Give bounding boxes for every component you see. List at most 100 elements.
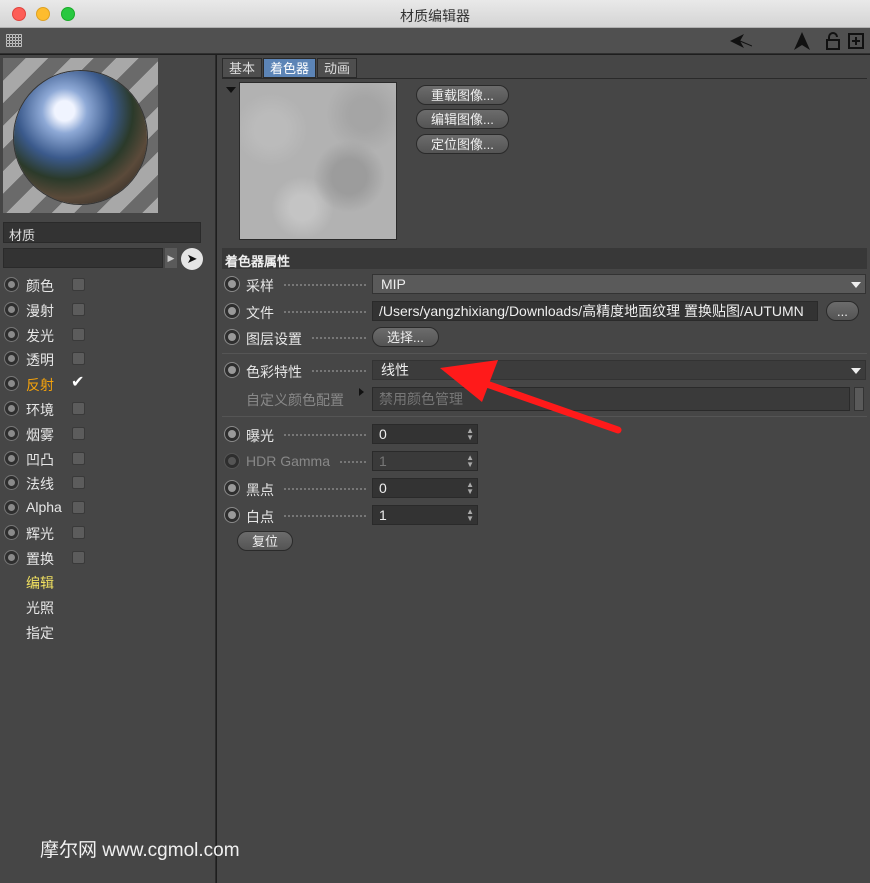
channel-checkbox[interactable]: [72, 426, 85, 440]
checkmark-icon[interactable]: ✔: [71, 372, 84, 392]
sampling-value: MIP: [381, 276, 406, 292]
pick-cursor-icon[interactable]: ➤: [181, 248, 203, 270]
channel-panel: 材质 ▶ ➤ 颜色 漫射 发光 透明 反射 ✔ 环境烟雾凹凸 法线 Alpha 辉光置换 编辑光照…: [0, 55, 216, 883]
reset-button[interactable]: 复位: [237, 531, 294, 551]
channel-anim-radio[interactable]: [4, 376, 19, 392]
channel-anim-radio[interactable]: [4, 326, 19, 342]
hdr-gamma-anim-radio[interactable]: [224, 453, 240, 469]
new-panel-icon[interactable]: [848, 31, 864, 51]
channel-checkbox[interactable]: [72, 327, 85, 341]
expand-triangle-icon[interactable]: [359, 388, 364, 396]
channel-label: 辉光: [26, 526, 54, 542]
grip-icon[interactable]: [6, 34, 22, 47]
black-point-anim-radio[interactable]: [224, 480, 240, 496]
dot-leader: [284, 284, 366, 286]
toolbar: [0, 28, 870, 54]
custom-profile-field[interactable]: 禁用颜色管理: [372, 387, 850, 411]
channel-item[interactable]: 烟雾: [0, 422, 216, 446]
color-profile-dropdown[interactable]: 线性: [372, 360, 866, 380]
channel-checkbox[interactable]: [72, 550, 85, 564]
hdr-gamma-label: HDR Gamma: [246, 453, 331, 469]
channel-item[interactable]: 漫射: [0, 298, 216, 322]
white-point-row: 白点 1 ▲ ▼: [222, 504, 867, 528]
material-name-field[interactable]: 材质: [3, 222, 201, 243]
channel-checkbox[interactable]: [72, 402, 85, 415]
material-preview[interactable]: [3, 58, 158, 213]
channel-search-input[interactable]: [3, 248, 163, 268]
layer-label: 图层设置: [246, 331, 302, 347]
sub-item[interactable]: 光照: [26, 598, 54, 618]
channel-item[interactable]: 凹凸: [0, 447, 216, 471]
hdr-gamma-row: HDR Gamma 1 ▲ ▼: [222, 450, 867, 474]
white-point-anim-radio[interactable]: [224, 507, 240, 523]
stepper-arrows-icon[interactable]: ▲ ▼: [466, 508, 474, 523]
stepper-arrows-icon[interactable]: ▲ ▼: [466, 454, 474, 469]
custom-profile-label: 自定义颜色配置: [246, 392, 344, 408]
channel-item[interactable]: 透明: [0, 347, 216, 371]
channel-anim-radio[interactable]: [4, 549, 19, 565]
channel-label: 烟雾: [26, 426, 54, 443]
back-arrow-icon[interactable]: [730, 31, 752, 51]
channel-item[interactable]: 置换: [0, 546, 216, 570]
caret-down-icon: [851, 368, 861, 374]
channel-checkbox[interactable]: [72, 476, 85, 490]
tab-item[interactable]: 着色器: [263, 58, 317, 78]
channel-anim-radio[interactable]: [4, 525, 19, 540]
channel-label: Alpha: [26, 499, 62, 516]
custom-profile-scrollbar[interactable]: [854, 387, 864, 411]
exposure-anim-radio[interactable]: [224, 426, 240, 442]
layer-anim-radio[interactable]: [224, 329, 240, 345]
stepper-arrows-icon[interactable]: ▲ ▼: [466, 427, 474, 442]
file-label: 文件: [246, 305, 274, 321]
collapse-triangle-icon[interactable]: [226, 87, 236, 93]
channel-anim-radio[interactable]: [4, 277, 19, 292]
channel-checkbox[interactable]: [72, 352, 85, 366]
channel-checkbox[interactable]: [72, 501, 85, 515]
layer-row: 图层设置 选择...: [222, 326, 867, 350]
channel-checkbox[interactable]: [72, 526, 85, 539]
sub-item[interactable]: 指定: [26, 623, 54, 643]
unlock-icon[interactable]: [825, 31, 841, 51]
channel-checkbox[interactable]: [72, 278, 85, 291]
tab-item[interactable]: 基本: [222, 58, 263, 78]
channel-item[interactable]: 发光: [0, 323, 216, 347]
channel-anim-radio[interactable]: [4, 450, 19, 466]
locate-image-button[interactable]: 定位图像...: [416, 134, 509, 154]
divider: [222, 353, 867, 354]
tab-item[interactable]: 动画: [317, 58, 358, 78]
channel-item[interactable]: Alpha: [0, 496, 216, 520]
channel-checkbox[interactable]: [72, 302, 85, 316]
forward-arrow-icon[interactable]: [792, 31, 812, 51]
channel-checkbox[interactable]: [72, 451, 85, 465]
channel-anim-radio[interactable]: [4, 401, 19, 416]
channel-item[interactable]: 颜色: [0, 273, 216, 297]
channel-anim-radio[interactable]: [4, 475, 19, 491]
edit-image-button[interactable]: 编辑图像...: [416, 109, 509, 129]
black-point-label: 黑点: [246, 482, 274, 498]
stepper-arrows-icon[interactable]: ▲ ▼: [466, 481, 474, 496]
sampling-dropdown[interactable]: MIP: [372, 274, 866, 294]
channel-item[interactable]: 法线: [0, 471, 216, 495]
channel-label: 置换: [26, 550, 54, 567]
browse-file-button[interactable]: ...: [826, 301, 859, 321]
exposure-label: 曝光: [246, 428, 274, 444]
chevron-right-icon[interactable]: ▶: [165, 248, 177, 268]
exposure-input[interactable]: 0 ▲ ▼: [372, 424, 478, 444]
reload-image-button[interactable]: 重载图像...: [416, 85, 509, 105]
layer-select-button[interactable]: 选择...: [372, 327, 439, 347]
channel-anim-radio[interactable]: [4, 351, 19, 367]
channel-anim-radio[interactable]: [4, 301, 19, 317]
color-profile-anim-radio[interactable]: [224, 362, 240, 378]
channel-anim-radio[interactable]: [4, 425, 19, 441]
sampling-anim-radio[interactable]: [224, 276, 240, 292]
channel-anim-radio[interactable]: [4, 500, 19, 516]
channel-item[interactable]: 辉光: [0, 521, 216, 545]
hdr-gamma-input[interactable]: 1 ▲ ▼: [372, 451, 478, 471]
sub-item[interactable]: 编辑: [26, 573, 54, 593]
channel-item[interactable]: 环境: [0, 397, 216, 421]
channel-item[interactable]: 反射 ✔: [0, 372, 216, 396]
file-path-field[interactable]: /Users/yangzhixiang/Downloads/高精度地面纹理 置换…: [372, 301, 818, 321]
file-anim-radio[interactable]: [224, 303, 240, 319]
black-point-input[interactable]: 0 ▲ ▼: [372, 478, 478, 498]
white-point-input[interactable]: 1 ▲ ▼: [372, 505, 478, 525]
